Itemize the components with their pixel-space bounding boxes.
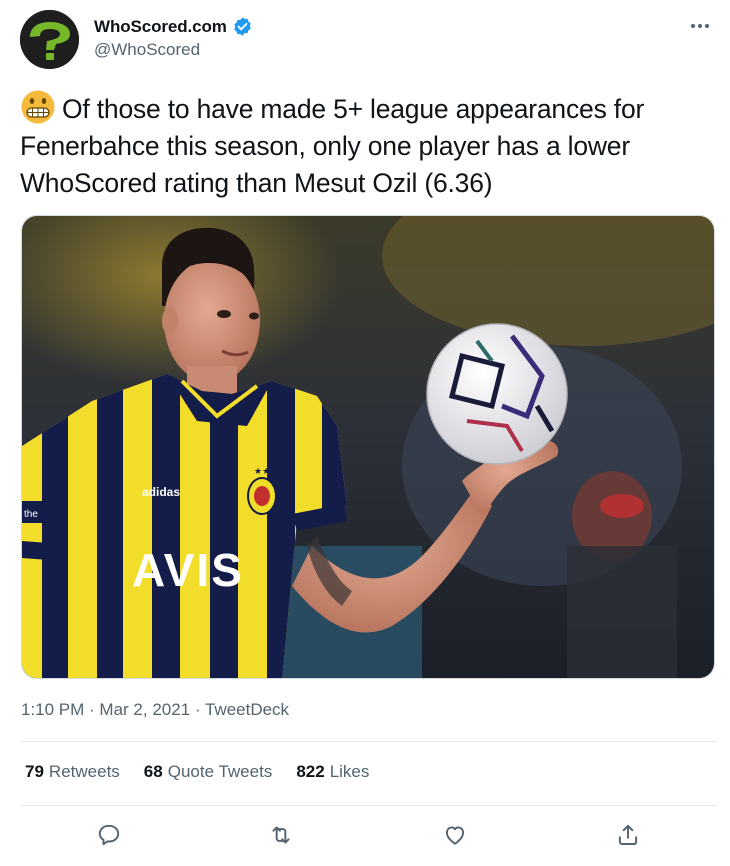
tweet-timestamp[interactable]: 1:10 PM · Mar 2, 2021 · TweetDeck	[21, 700, 289, 720]
likes-count: 822	[296, 762, 325, 781]
tweet-time: 1:10 PM	[21, 700, 85, 719]
tweet-stats: 79 Retweets 68 Quote Tweets 822 Likes	[25, 762, 369, 782]
divider	[21, 741, 717, 742]
divider	[21, 805, 717, 806]
tweet-actions	[21, 815, 717, 855]
meta-separator: ·	[84, 700, 100, 719]
tweet-text: Of those to have made 5+ league appearan…	[20, 90, 710, 202]
account-names: WhoScored.com @WhoScored	[94, 16, 253, 60]
retweets-count: 79	[25, 762, 44, 781]
tweet-photo[interactable]: ★★★★ AVIS adidas the	[21, 215, 715, 679]
quote-tweets-count: 68	[143, 762, 163, 781]
grimacing-face-emoji-icon	[20, 90, 56, 124]
retweets-count-link[interactable]: 79 Retweets	[25, 762, 120, 782]
likes-count-link[interactable]: 822 Likes	[296, 762, 369, 782]
retweet-icon[interactable]	[267, 821, 295, 849]
avatar[interactable]	[20, 10, 79, 69]
quote-tweets-label: Quote Tweets	[167, 762, 273, 781]
sleeve-patch-text: the	[24, 509, 38, 520]
tweet-source[interactable]: TweetDeck	[205, 700, 289, 719]
tweet-body-text: Of those to have made 5+ league appearan…	[20, 94, 645, 198]
like-icon[interactable]	[441, 821, 469, 849]
retweets-label: Retweets	[48, 762, 120, 781]
verified-badge-icon	[232, 16, 253, 37]
whoscored-logo-icon	[20, 10, 79, 69]
meta-separator: ·	[190, 700, 205, 719]
share-icon[interactable]	[614, 821, 642, 849]
likes-label: Likes	[329, 762, 370, 781]
player-with-ball-image: ★★★★ AVIS adidas the	[22, 216, 714, 678]
tweet-header: WhoScored.com @WhoScored	[20, 10, 720, 70]
reply-icon[interactable]	[95, 821, 123, 849]
tweet-card: WhoScored.com @WhoScored Of those to hav…	[0, 0, 730, 866]
more-options-icon[interactable]	[688, 14, 712, 38]
svg-text:★★★★: ★★★★	[254, 466, 286, 476]
quote-tweets-count-link[interactable]: 68 Quote Tweets	[144, 762, 273, 782]
tweet-date: Mar 2, 2021	[99, 700, 191, 719]
sponsor-text: AVIS	[132, 544, 244, 596]
display-name[interactable]: WhoScored.com	[94, 17, 227, 37]
brand-text: adidas	[142, 485, 180, 499]
account-handle[interactable]: @WhoScored	[94, 40, 253, 60]
